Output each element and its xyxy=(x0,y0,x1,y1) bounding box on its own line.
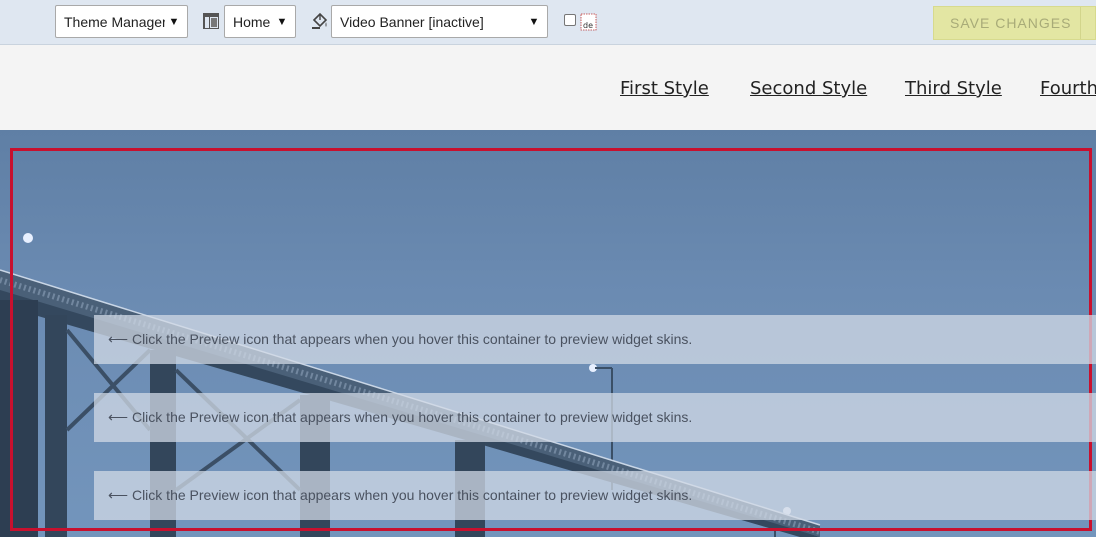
nav-fourth-style[interactable]: Fourth xyxy=(1040,78,1096,99)
site-header: First Style Second Style Third Style Fou… xyxy=(0,45,1096,130)
page-select-value: Home xyxy=(233,13,271,30)
preview-hint-message: ⟵ Click the Preview icon that appears wh… xyxy=(94,315,1096,364)
page-select[interactable]: Home ▼ xyxy=(224,5,296,38)
broken-image-icon: de xyxy=(580,13,597,31)
editor-toolbar: Theme Manager ▼ Home ▼ Video Banner [ina… xyxy=(0,0,1096,45)
nav-first-style[interactable]: First Style xyxy=(620,78,709,99)
theme-manager-select[interactable]: Theme Manager ▼ xyxy=(55,5,188,38)
widget-select[interactable]: Video Banner [inactive] ▼ xyxy=(331,5,548,38)
preview-hint-message: ⟵ Click the Preview icon that appears wh… xyxy=(94,393,1096,442)
chevron-down-icon: ▼ xyxy=(276,15,288,28)
preview-hint-message: ⟵ Click the Preview icon that appears wh… xyxy=(94,471,1096,520)
save-changes-label: SAVE CHANGES xyxy=(950,15,1072,31)
paint-bucket-icon[interactable] xyxy=(311,12,329,30)
button-divider xyxy=(1080,7,1081,39)
save-changes-button[interactable]: SAVE CHANGES xyxy=(933,6,1096,40)
theme-select-value: Theme Manager xyxy=(64,13,165,30)
layout-icon[interactable] xyxy=(202,12,220,30)
widget-select-value: Video Banner [inactive] xyxy=(340,13,484,30)
chevron-down-icon: ▼ xyxy=(168,15,180,28)
chevron-down-icon: ▼ xyxy=(528,15,540,28)
toggle-checkbox[interactable] xyxy=(564,14,576,26)
nav-second-style[interactable]: Second Style xyxy=(750,78,867,99)
nav-third-style[interactable]: Third Style xyxy=(905,78,1002,99)
svg-text:de: de xyxy=(583,21,593,30)
